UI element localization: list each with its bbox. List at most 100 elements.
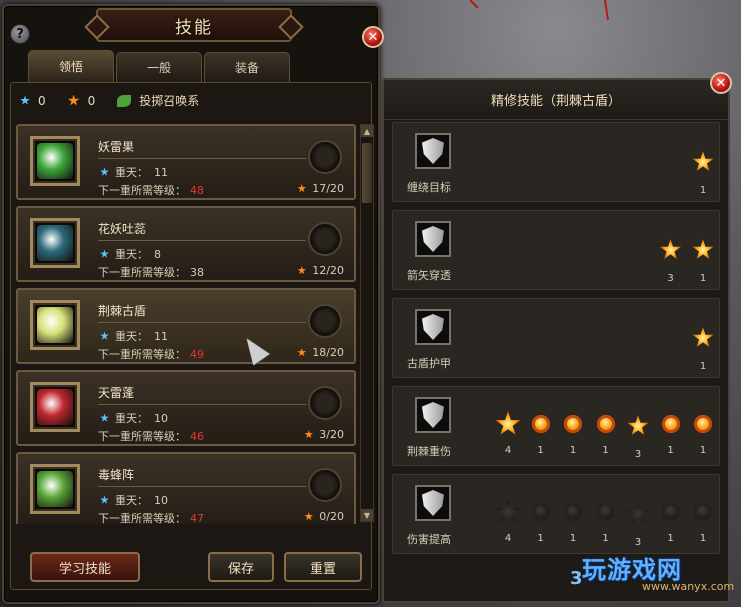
heaven-row: 重天： 8	[100, 246, 161, 262]
blue-star-icon	[100, 331, 109, 340]
orange-points: 0	[87, 93, 96, 108]
refine-node[interactable]: 3	[624, 499, 652, 548]
orb-icon	[661, 415, 680, 433]
heaven-value: 10	[154, 411, 168, 425]
skill-card[interactable]: 花妖吐蕊 重天： 8 下一重所需等级： 38 12/20	[16, 206, 356, 282]
skill-slot[interactable]	[308, 222, 342, 256]
skill-icon-frame[interactable]	[30, 464, 80, 514]
close-refine-button[interactable]: ✕	[710, 72, 732, 94]
reset-button[interactable]: 重置	[284, 552, 362, 582]
star-icon	[692, 327, 714, 348]
skill-slot[interactable]	[308, 304, 342, 338]
skill-icon-frame[interactable]	[30, 218, 80, 268]
progress-value: 18/20	[312, 346, 344, 359]
refine-node[interactable]: 1	[689, 411, 717, 456]
blue-star-icon	[100, 495, 109, 504]
orb-icon	[661, 503, 680, 521]
refine-node[interactable]: 1	[689, 323, 717, 372]
refine-skill-icon[interactable]	[415, 309, 451, 345]
refine-node[interactable]: 1	[689, 499, 717, 544]
tab-comprehension[interactable]: 领悟	[28, 50, 114, 82]
refine-node[interactable]: 1	[592, 499, 620, 544]
heaven-row: 重天： 11	[100, 328, 168, 344]
refine-skill-name: 荆棘重伤	[407, 445, 451, 458]
refine-node[interactable]: 1	[559, 499, 587, 544]
divider	[98, 486, 306, 487]
refine-node[interactable]: 1	[527, 499, 555, 544]
next-level-value: 38	[190, 266, 204, 279]
node-value: 1	[569, 533, 577, 544]
refine-node[interactable]: 1	[527, 411, 555, 456]
refine-node[interactable]: 1	[559, 411, 587, 456]
orange-star-icon	[297, 266, 307, 275]
refine-node[interactable]: 1	[689, 147, 717, 196]
refine-node[interactable]: 1	[689, 235, 717, 284]
scroll-down-icon[interactable]: ▼	[361, 509, 373, 521]
window-title-plate: 技能	[96, 8, 292, 42]
skill-school: 投掷召唤系	[139, 94, 200, 108]
refine-node[interactable]: 1	[657, 499, 685, 544]
scroll-up-icon[interactable]: ▲	[361, 125, 373, 137]
refine-row: 荆棘重伤 4 1 1 1 3 1 1	[392, 386, 720, 466]
skill-card[interactable]: 天雷蓬 重天： 10 下一重所需等级： 46 3/20	[16, 370, 356, 446]
skill-slot[interactable]	[308, 386, 342, 420]
tab-general[interactable]: 一般	[116, 52, 202, 82]
skill-card[interactable]: 毒蜂阵 重天： 10 下一重所需等级： 47 0/20	[16, 452, 356, 524]
refine-node[interactable]: 1	[657, 411, 685, 456]
orb-icon	[694, 415, 712, 433]
skill-name: 毒蜂阵	[98, 468, 135, 482]
skill-icon-frame[interactable]	[30, 382, 80, 432]
skill-slot[interactable]	[308, 140, 342, 174]
orange-star-icon	[304, 512, 314, 521]
divider	[98, 158, 306, 159]
node-value: 3	[634, 449, 642, 460]
node-value: 4	[504, 445, 512, 456]
node-value: 1	[699, 361, 707, 372]
next-level-value: 47	[190, 512, 204, 524]
node-value: 1	[667, 533, 674, 544]
heaven-label: 重天：	[115, 330, 148, 343]
help-icon: ?	[16, 26, 24, 42]
refine-skill-icon[interactable]	[415, 397, 451, 433]
orb-icon	[531, 415, 550, 433]
refine-node[interactable]: 1	[592, 411, 620, 456]
star-icon	[692, 239, 714, 260]
refine-node[interactable]: 3	[624, 411, 652, 460]
skill-card[interactable]: 荆棘古盾 重天： 11 下一重所需等级： 49 18/20	[16, 288, 356, 364]
progress-value: 3/20	[319, 428, 344, 441]
next-level-label: 下一重所需等级：	[98, 512, 186, 524]
skill-list-scrollbar[interactable]: ▲ ▼	[360, 124, 374, 522]
orb-icon	[596, 415, 615, 433]
orange-star-icon	[67, 94, 80, 106]
watermark-url: www.wanyx.com	[642, 580, 735, 593]
skill-icon-frame[interactable]	[30, 300, 80, 350]
learn-skill-button[interactable]: 学习技能	[30, 552, 140, 582]
divider	[98, 322, 306, 323]
progress-value: 0/20	[319, 510, 344, 523]
close-skills-button[interactable]: ✕	[362, 26, 384, 48]
heaven-row: 重天： 10	[100, 410, 168, 426]
refine-skill-icon[interactable]	[415, 133, 451, 169]
scroll-thumb[interactable]	[362, 143, 372, 203]
refine-node[interactable]: 4	[494, 499, 522, 544]
refine-skill-name: 伤害提高	[407, 533, 451, 546]
help-button[interactable]: ?	[10, 24, 30, 44]
refine-row: 伤害提高 4 1 1 1 3 1 1	[392, 474, 720, 554]
refine-node[interactable]: 3	[657, 235, 685, 284]
next-level-row: 下一重所需等级： 47	[98, 510, 204, 524]
orange-star-icon	[297, 348, 307, 357]
next-level-label: 下一重所需等级：	[98, 348, 186, 361]
heaven-label: 重天：	[115, 166, 148, 179]
next-level-row: 下一重所需等级： 49	[98, 346, 204, 362]
refine-skill-icon[interactable]	[415, 485, 451, 521]
refine-panel: 精修技能（荆棘古盾） ✕ 缠绕目标 1 箭矢穿透 3 1 古盾护甲 1 荆棘重伤 4 1 1 1…	[382, 72, 732, 603]
tab-equipment[interactable]: 装备	[204, 52, 290, 82]
orange-star-icon	[297, 184, 307, 193]
save-button[interactable]: 保存	[208, 552, 274, 582]
skill-icon-frame[interactable]	[30, 136, 80, 186]
skill-card[interactable]: 妖雷果 重天： 11 下一重所需等级： 48 17/20	[16, 124, 356, 200]
heaven-value: 11	[154, 165, 168, 179]
refine-node[interactable]: 4	[494, 411, 522, 456]
refine-skill-icon[interactable]	[415, 221, 451, 257]
skill-slot[interactable]	[308, 468, 342, 502]
